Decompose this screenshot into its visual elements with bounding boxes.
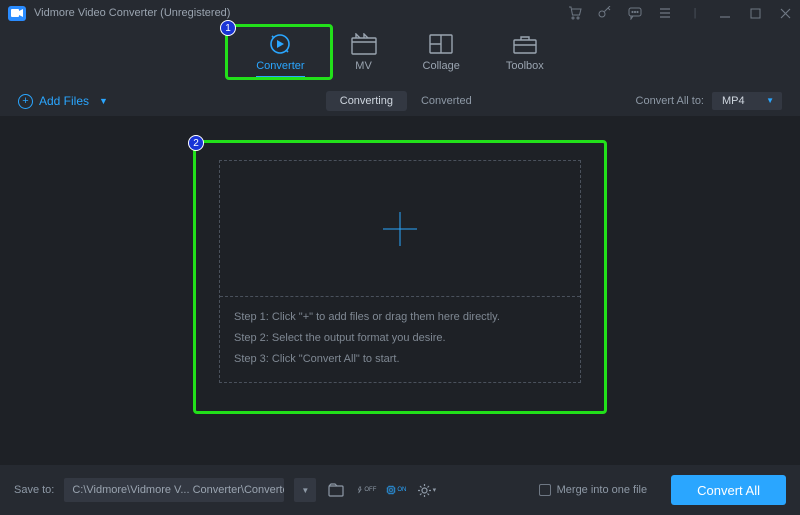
toolbox-icon [513,32,537,56]
minimize-icon[interactable] [718,6,732,20]
close-icon[interactable] [778,6,792,20]
add-files-label: Add Files [39,94,89,108]
open-folder-icon[interactable] [326,480,346,500]
collage-icon [429,32,453,56]
tab-toolbox[interactable]: Toolbox [506,32,544,76]
save-path-field[interactable]: C:\Vidmore\Vidmore V... Converter\Conver… [64,478,284,502]
plus-circle-icon: + [18,94,33,109]
dropzone-instructions: Step 1: Click "+" to add files or drag t… [220,296,580,382]
step-3: Step 3: Click "Convert All" to start. [234,349,566,370]
feedback-icon[interactable] [628,6,642,20]
status-tabs: Converting Converted [326,91,486,111]
annotation-badge-2: 2 [188,135,204,151]
app-title: Vidmore Video Converter (Unregistered) [34,7,230,19]
dropzone[interactable]: Step 1: Click "+" to add files or drag t… [219,160,581,383]
merge-label: Merge into one file [557,484,648,496]
convert-all-to-label: Convert All to: [636,95,704,107]
output-format-select[interactable]: MP4 ▼ [712,92,782,110]
app-logo-icon [8,6,26,21]
add-files-button[interactable]: + Add Files ▼ [18,94,108,109]
tab-collage[interactable]: Collage [423,32,460,76]
tab-converting[interactable]: Converting [326,91,407,111]
footer: Save to: C:\Vidmore\Vidmore V... Convert… [0,465,800,515]
hw-accel-icon[interactable]: OFF [356,480,376,500]
toolbar: + Add Files ▼ Converting Converted Conve… [0,86,800,116]
dropzone-top [220,161,580,296]
tab-label: Converter [256,60,304,72]
chevron-down-icon: ▼ [766,96,774,105]
titlebar: Vidmore Video Converter (Unregistered) | [0,0,800,26]
checkbox-icon [539,484,551,496]
plus-icon [383,212,417,246]
chevron-down-icon: ▼ [99,96,108,106]
tab-converter[interactable]: Converter [256,32,304,78]
annotation-badge-1: 1 [220,20,236,36]
main-tabs: Converter MV Collage Toolbox 1 [0,26,800,86]
tab-label: Toolbox [506,60,544,72]
convert-all-to: Convert All to: MP4 ▼ [636,92,782,110]
convert-all-button[interactable]: Convert All [671,475,786,505]
app-window: Vidmore Video Converter (Unregistered) |… [0,0,800,515]
tab-mv[interactable]: MV [351,32,377,76]
step-1: Step 1: Click "+" to add files or drag t… [234,307,566,328]
tab-converted[interactable]: Converted [407,91,486,111]
converter-icon [268,32,292,56]
maximize-icon[interactable] [748,6,762,20]
tab-label: Collage [423,60,460,72]
save-to-label: Save to: [14,484,54,496]
settings-icon[interactable]: ▾ [416,480,436,500]
gpu-icon[interactable]: ON [386,480,406,500]
save-path-dropdown[interactable]: ▼ [294,478,316,502]
key-icon[interactable] [598,6,612,20]
divider: | [688,6,702,20]
tab-label: MV [355,60,372,72]
menu-icon[interactable] [658,6,672,20]
cart-icon[interactable] [568,6,582,20]
main-area: Step 1: Click "+" to add files or drag t… [0,116,800,465]
output-format-value: MP4 [722,95,745,107]
window-controls: | [568,6,792,20]
step-2: Step 2: Select the output format you des… [234,328,566,349]
merge-checkbox[interactable]: Merge into one file [539,484,648,496]
mv-icon [351,32,377,56]
